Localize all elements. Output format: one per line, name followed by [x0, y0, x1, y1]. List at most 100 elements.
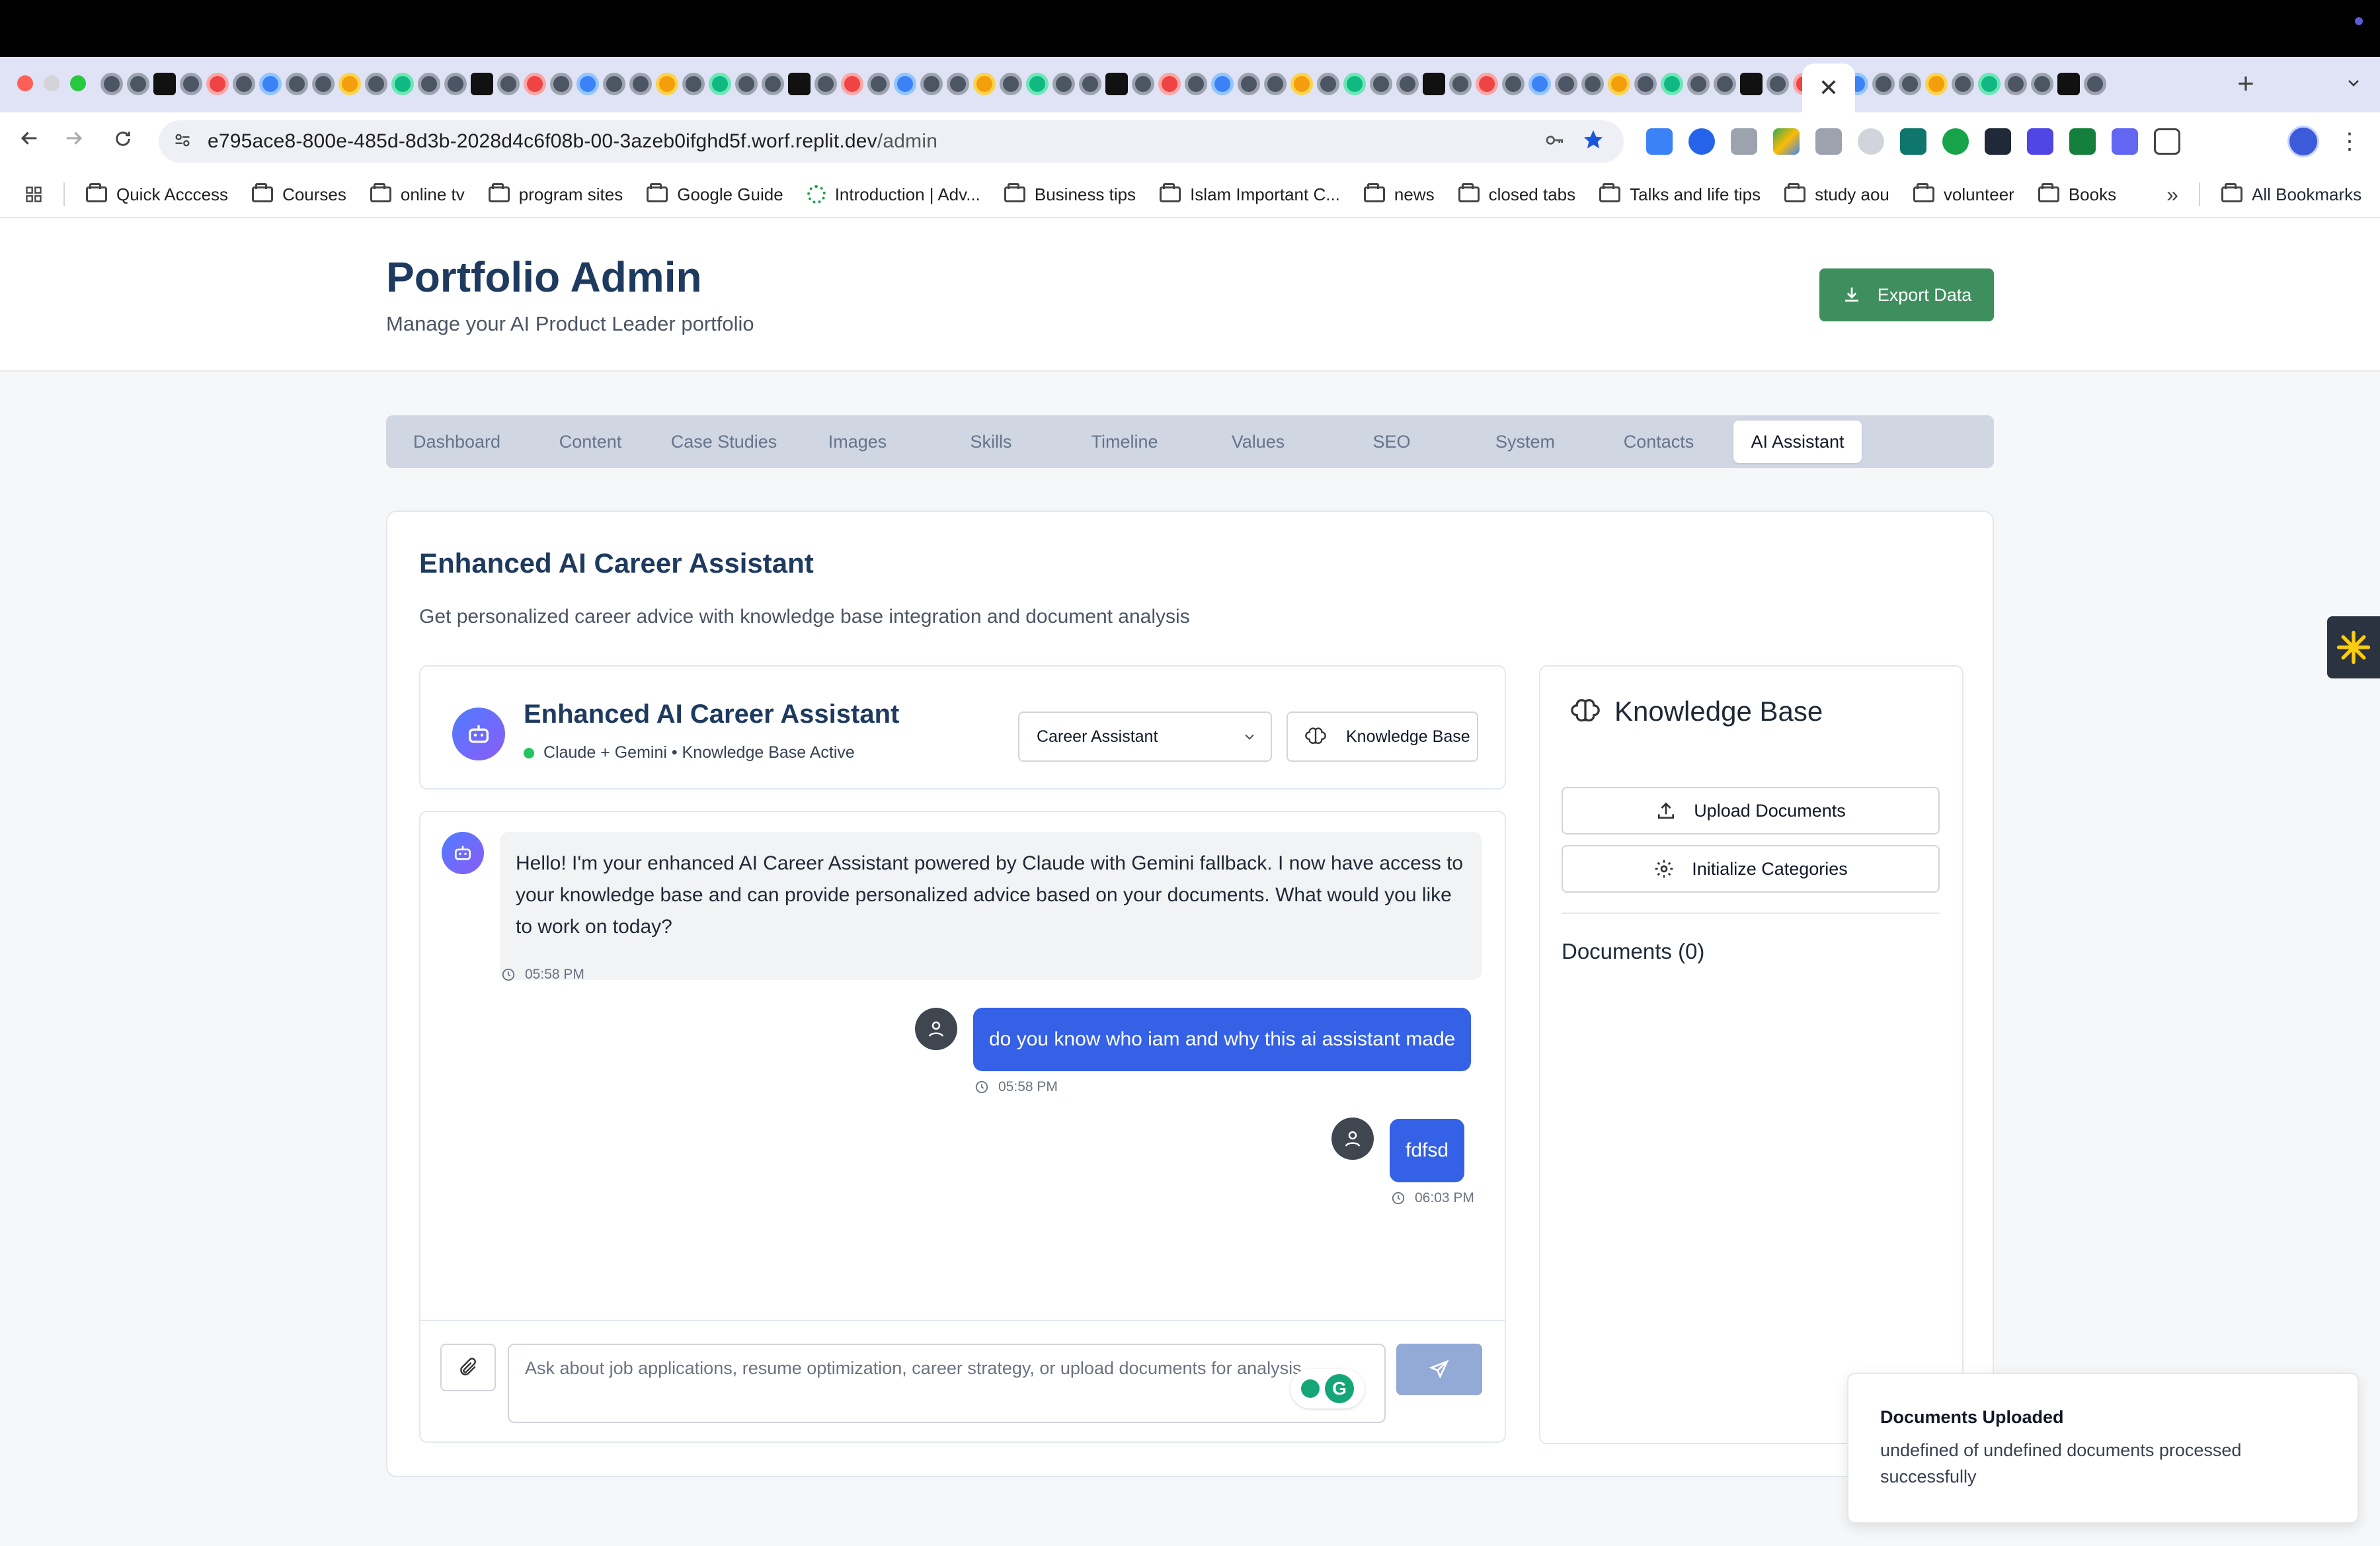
bolt-extension-icon[interactable]	[2027, 128, 2053, 155]
pinned-tab-favicon-icon[interactable]	[1952, 73, 1974, 95]
pinned-tab-favicon-icon[interactable]	[338, 73, 361, 95]
grid-extension-icon[interactable]	[1900, 128, 1926, 155]
bookmark-item[interactable]: program sites	[488, 183, 623, 205]
new-tab-button[interactable]: +	[2231, 69, 2261, 99]
bookmark-item[interactable]: Books	[2038, 183, 2116, 205]
puzzle-extensions-icon[interactable]	[2154, 128, 2180, 155]
pinned-tab-favicon-icon[interactable]	[1581, 73, 1604, 95]
pinned-tab-favicon-icon[interactable]	[920, 73, 943, 95]
chat-message-input[interactable]	[508, 1344, 1386, 1423]
pinned-tab-favicon-icon[interactable]	[709, 73, 731, 95]
pinned-tab-favicon-icon[interactable]	[576, 73, 599, 95]
camera-extension-icon[interactable]	[1731, 128, 1757, 155]
tab-images[interactable]: Images	[793, 421, 922, 463]
bookmark-item[interactable]: Introduction | Adv...	[807, 184, 980, 205]
pinned-tab-favicon-icon[interactable]	[656, 73, 678, 95]
bookmark-item[interactable]: Quick Acccess	[86, 183, 228, 205]
tab-content[interactable]: Content	[526, 421, 654, 463]
pinned-tab-favicon-icon[interactable]	[524, 73, 546, 95]
attach-file-button[interactable]	[440, 1344, 496, 1391]
bookmark-item[interactable]: Google Guide	[647, 183, 783, 205]
pinned-tab-favicon-icon[interactable]	[814, 73, 837, 95]
pinned-tab-favicon-icon[interactable]	[2004, 73, 2027, 95]
tab-seo[interactable]: SEO	[1328, 421, 1456, 463]
pinned-tab-favicon-icon[interactable]	[2084, 73, 2106, 95]
bookmark-item[interactable]: volunteer	[1913, 183, 2014, 205]
pinned-tab-favicon-icon[interactable]	[1449, 73, 1472, 95]
window-minimize-button[interactable]	[44, 75, 60, 91]
pinned-tab-favicon-icon[interactable]	[259, 73, 282, 95]
tab-ai-assistant[interactable]: AI Assistant	[1733, 421, 1862, 463]
pinned-tab-favicon-icon[interactable]	[2057, 73, 2080, 95]
bookmark-item[interactable]: study aou	[1784, 183, 1889, 205]
pinned-tab-favicon-icon[interactable]	[762, 73, 784, 95]
window-close-button[interactable]	[17, 75, 33, 91]
pinned-tab-favicon-icon[interactable]	[1052, 73, 1075, 95]
tab-case-studies[interactable]: Case Studies	[660, 421, 788, 463]
grammarly-widget[interactable]: G	[1290, 1369, 1365, 1408]
pinned-tab-favicon-icon[interactable]	[1211, 73, 1234, 95]
all-bookmarks-folder[interactable]: All Bookmarks	[2221, 171, 2361, 218]
floating-assistant-widget[interactable]	[2327, 616, 2380, 678]
pinned-tab-favicon-icon[interactable]	[391, 73, 414, 95]
address-bar[interactable]: e795ace8-800e-485d-8d3b-2028d4c6f08b-00-…	[159, 120, 1624, 163]
pinned-tab-favicon-icon[interactable]	[1766, 73, 1789, 95]
pinned-tab-favicon-icon[interactable]	[682, 73, 705, 95]
pinned-tab-favicon-icon[interactable]	[735, 73, 758, 95]
initialize-categories-button[interactable]: Initialize Categories	[1562, 845, 1940, 893]
bookmark-item[interactable]: Courses	[252, 183, 346, 205]
pinned-tab-favicon-icon[interactable]	[233, 73, 255, 95]
active-tab[interactable]: ✕	[1802, 63, 1855, 112]
pinned-tab-favicon-icon[interactable]	[1185, 73, 1207, 95]
pinned-tab-favicon-icon[interactable]	[1661, 73, 1683, 95]
tab-dashboard[interactable]: Dashboard	[393, 421, 521, 463]
pinned-tab-favicon-icon[interactable]	[1238, 73, 1260, 95]
pinned-tab-favicon-icon[interactable]	[1264, 73, 1287, 95]
pinned-tab-favicon-icon[interactable]	[1899, 73, 1921, 95]
bookmark-item[interactable]: Business tips	[1004, 183, 1136, 205]
back-button[interactable]	[13, 126, 45, 157]
pinned-tab-favicon-icon[interactable]	[286, 73, 308, 95]
upload-toast[interactable]: Documents Uploaded undefined of undefine…	[1847, 1373, 2359, 1524]
pinned-tab-favicon-icon[interactable]	[1502, 73, 1525, 95]
pinned-tab-favicon-icon[interactable]	[312, 73, 335, 95]
apps-grid-icon[interactable]	[24, 185, 44, 205]
pinned-tab-favicon-icon[interactable]	[127, 73, 149, 95]
pinned-tab-favicon-icon[interactable]	[1079, 73, 1101, 95]
pinned-tab-favicon-icon[interactable]	[1872, 73, 1895, 95]
bookmark-item[interactable]: Talks and life tips	[1599, 183, 1761, 205]
tab-contacts[interactable]: Contacts	[1595, 421, 1723, 463]
pinned-tab-favicon-icon[interactable]	[1423, 73, 1445, 95]
pinned-tab-favicon-icon[interactable]	[841, 73, 863, 95]
forward-button[interactable]	[58, 126, 90, 157]
pinned-tab-favicon-icon[interactable]	[1343, 73, 1366, 95]
pinned-tab-favicon-icon[interactable]	[973, 73, 996, 95]
reload-button[interactable]	[107, 126, 139, 157]
pinned-tab-favicon-icon[interactable]	[180, 73, 202, 95]
pinned-tab-favicon-icon[interactable]	[1555, 73, 1577, 95]
pinned-tab-favicon-icon[interactable]	[1396, 73, 1419, 95]
knowledge-base-button[interactable]: Knowledge Base	[1287, 712, 1478, 762]
bookmark-item[interactable]: online tv	[370, 183, 465, 205]
pinned-tab-favicon-icon[interactable]	[100, 73, 123, 95]
pinned-tab-favicon-icon[interactable]	[444, 73, 467, 95]
bookmarks-overflow-button[interactable]: »	[2159, 181, 2186, 208]
pinned-tab-favicon-icon[interactable]	[1476, 73, 1498, 95]
pinned-tab-favicon-icon[interactable]	[1105, 73, 1128, 95]
password-key-icon[interactable]	[1543, 130, 1567, 153]
pinned-tab-favicon-icon[interactable]	[1026, 73, 1049, 95]
pinned-tab-favicon-icon[interactable]	[867, 73, 890, 95]
export-data-button[interactable]: Export Data	[1819, 268, 1994, 321]
pinned-tab-favicon-icon[interactable]	[1925, 73, 1948, 95]
green-extension-icon[interactable]	[1942, 128, 1969, 155]
pinned-tab-favicon-icon[interactable]	[418, 73, 440, 95]
bookmark-item[interactable]: Islam Important C...	[1160, 183, 1340, 205]
tab-values[interactable]: Values	[1194, 421, 1322, 463]
pinned-tab-favicon-icon[interactable]	[1714, 73, 1736, 95]
pinned-tab-favicon-icon[interactable]	[153, 73, 176, 95]
pinned-tab-favicon-icon[interactable]	[1158, 73, 1181, 95]
send-message-button[interactable]	[1396, 1344, 1482, 1395]
pinned-tab-favicon-icon[interactable]	[1740, 73, 1763, 95]
bookmark-item[interactable]: news	[1363, 183, 1435, 205]
pinned-tab-favicon-icon[interactable]	[947, 73, 969, 95]
